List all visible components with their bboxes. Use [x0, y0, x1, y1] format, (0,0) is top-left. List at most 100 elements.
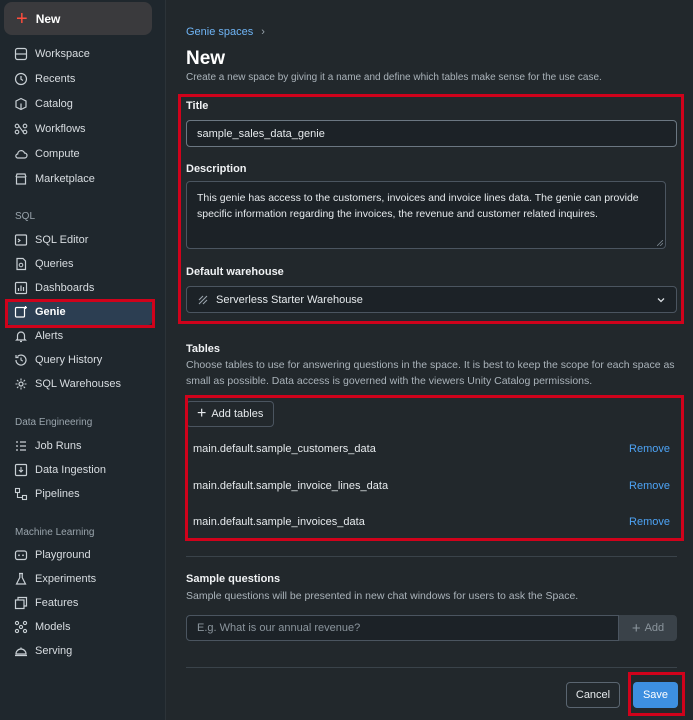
sidebar-item-compute[interactable]: Compute	[14, 144, 80, 164]
title-input[interactable]: sample_sales_data_genie	[186, 120, 677, 147]
table-row-name: main.default.sample_invoices_data	[193, 516, 365, 528]
sidebar-item-label: Marketplace	[35, 173, 95, 185]
sidebar-item-catalog[interactable]: Catalog	[14, 94, 73, 114]
description-value: This genie has access to the customers, …	[197, 192, 639, 220]
models-icon	[14, 620, 28, 634]
sidebar-item-marketplace[interactable]: Marketplace	[14, 169, 95, 189]
pipelines-icon	[14, 487, 28, 501]
sample-questions-help: Sample questions will be presented in ne…	[186, 590, 579, 602]
warehouse-select[interactable]: Serverless Starter Warehouse	[186, 286, 677, 313]
sidebar-item-dashboards[interactable]: Dashboards	[14, 278, 94, 298]
sidebar: + New Workspace Recents Catalog Workflow…	[0, 0, 165, 720]
serving-icon	[15, 647, 27, 657]
sidebar-item-experiments[interactable]: Experiments	[14, 569, 96, 589]
warehouse-label: Default warehouse	[186, 266, 284, 278]
sidebar-section-data-engineering: Data Engineering	[15, 417, 93, 428]
playground-icon	[14, 550, 28, 561]
sidebar-item-label: Features	[35, 597, 79, 609]
add-sample-question-button[interactable]: + Add	[619, 615, 677, 641]
sidebar-item-queries[interactable]: Queries	[14, 254, 74, 274]
sidebar-section-sql: SQL	[15, 211, 36, 222]
sidebar-item-query-history[interactable]: Query History	[14, 350, 102, 370]
resize-grip-icon[interactable]	[657, 240, 663, 246]
sidebar-item-label: Catalog	[35, 98, 73, 110]
save-button-label: Save	[642, 689, 669, 701]
sidebar-item-label: Alerts	[35, 330, 64, 342]
sample-questions-label: Sample questions	[186, 573, 281, 585]
main-panel: Genie spaces › New Create a new space by …	[165, 0, 693, 720]
sidebar-item-label: Workflows	[35, 123, 86, 135]
sidebar-item-label: Recents	[35, 73, 76, 85]
new-button-label: New	[35, 11, 61, 26]
clock-icon	[14, 72, 28, 86]
sidebar-item-alerts[interactable]: Alerts	[14, 326, 63, 346]
sidebar-item-label: Pipelines	[35, 488, 80, 500]
sidebar-item-label: Workspace	[35, 48, 90, 60]
catalog-icon	[15, 97, 27, 111]
add-tables-label: Add tables	[211, 408, 264, 420]
page-subtitle: Create a new space by giving it a name a…	[186, 72, 602, 83]
sidebar-item-label: SQL Warehouses	[35, 378, 122, 390]
serverless-icon	[198, 295, 208, 304]
sidebar-item-workspace[interactable]: Workspace	[14, 44, 90, 64]
sidebar-item-label: Experiments	[35, 573, 97, 585]
sidebar-item-label: Job Runs	[35, 440, 82, 452]
new-button[interactable]: + New	[4, 2, 152, 35]
title-input-value: sample_sales_data_genie	[197, 127, 325, 140]
sidebar-item-workflows[interactable]: Workflows	[14, 119, 86, 139]
ingestion-icon	[14, 463, 28, 477]
table-row-name: main.default.sample_customers_data	[193, 443, 376, 455]
breadcrumb-link-genie-spaces[interactable]: Genie spaces	[186, 26, 253, 38]
chevron-down-icon	[657, 298, 665, 303]
workflows-icon	[14, 123, 28, 135]
description-label: Description	[186, 163, 247, 175]
sidebar-item-label: Query History	[35, 354, 103, 366]
features-icon	[14, 596, 28, 610]
flask-icon	[15, 572, 27, 585]
footer-divider	[186, 667, 677, 668]
sidebar-item-recents[interactable]: Recents	[14, 69, 75, 89]
genie-highlight-box	[5, 299, 155, 328]
sidebar-item-label: Dashboards	[35, 282, 95, 294]
sidebar-item-label: Models	[35, 621, 71, 633]
job-runs-icon	[16, 441, 26, 451]
sidebar-item-data-ingestion[interactable]: Data Ingestion	[14, 460, 106, 480]
description-textarea[interactable]: This genie has access to the customers, …	[186, 181, 666, 249]
sidebar-item-label: Data Ingestion	[35, 464, 106, 476]
sidebar-item-serving[interactable]: Serving	[14, 641, 72, 661]
add-tables-button[interactable]: + Add tables	[186, 401, 274, 427]
sidebar-item-label: Playground	[35, 549, 91, 561]
breadcrumb: Genie spaces ›	[186, 26, 265, 38]
chevron-right-icon: ›	[261, 26, 265, 38]
folder-icon	[14, 47, 28, 61]
tables-help-text: Choose tables to use for answering quest…	[186, 359, 675, 387]
plus-icon: +	[631, 619, 641, 637]
warehouse-icon	[15, 378, 27, 390]
save-button[interactable]: Save	[633, 682, 678, 708]
sample-question-placeholder: E.g. What is our annual revenue?	[197, 622, 361, 634]
editor-icon	[14, 234, 28, 246]
table-row-name: main.default.sample_invoice_lines_data	[193, 480, 389, 492]
sidebar-item-features[interactable]: Features	[14, 593, 78, 613]
plus-icon: +	[16, 7, 28, 30]
sidebar-item-job-runs[interactable]: Job Runs	[14, 436, 81, 456]
sidebar-item-playground[interactable]: Playground	[14, 545, 91, 565]
plus-icon: +	[197, 405, 207, 422]
sidebar-item-label: SQL Editor	[35, 234, 89, 246]
sidebar-item-models[interactable]: Models	[14, 617, 70, 637]
cancel-button[interactable]: Cancel	[566, 682, 620, 708]
remove-table-link[interactable]: Remove	[629, 443, 670, 455]
store-icon	[15, 173, 27, 185]
sidebar-item-pipelines[interactable]: Pipelines	[14, 484, 80, 504]
warehouse-select-value: Serverless Starter Warehouse	[216, 293, 363, 306]
cancel-button-label: Cancel	[575, 689, 611, 701]
history-icon	[15, 354, 27, 366]
sidebar-item-sql-editor[interactable]: SQL Editor	[14, 230, 88, 250]
remove-table-link[interactable]: Remove	[629, 516, 670, 528]
page-title: New	[186, 48, 226, 69]
queries-icon	[16, 257, 27, 271]
add-sample-question-label: Add	[644, 622, 665, 634]
sidebar-item-sql-warehouses[interactable]: SQL Warehouses	[14, 374, 121, 394]
remove-table-link[interactable]: Remove	[629, 480, 670, 492]
sample-question-input[interactable]: E.g. What is our annual revenue?	[186, 615, 619, 641]
